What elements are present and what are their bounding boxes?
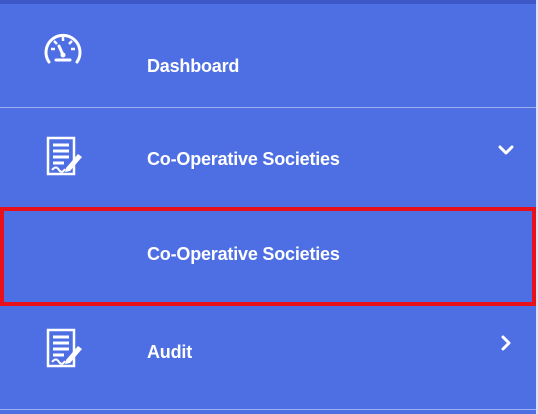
sidebar-subitem-label: Co-Operative Societies: [147, 244, 340, 264]
sidebar-item-label: Audit: [147, 342, 192, 362]
speedometer-icon: [44, 33, 82, 64]
sidebar-nav: Dashboard Co-Operative Societies Co-Oper…: [0, 0, 538, 414]
document-signature-icon: [46, 328, 82, 368]
sidebar-item-cooperative-societies[interactable]: Co-Operative Societies: [0, 108, 536, 208]
chevron-down-icon: [498, 145, 514, 155]
sidebar-subitem-cooperative-societies[interactable]: Co-Operative Societies: [0, 207, 536, 306]
sidebar-item-dashboard[interactable]: Dashboard: [0, 4, 536, 108]
document-signature-icon: [46, 136, 82, 176]
sidebar-item-label: Dashboard: [147, 56, 240, 76]
sidebar-item-label: Co-Operative Societies: [147, 149, 340, 169]
chevron-right-icon: [501, 335, 511, 351]
sidebar-item-audit[interactable]: Audit: [0, 306, 536, 410]
